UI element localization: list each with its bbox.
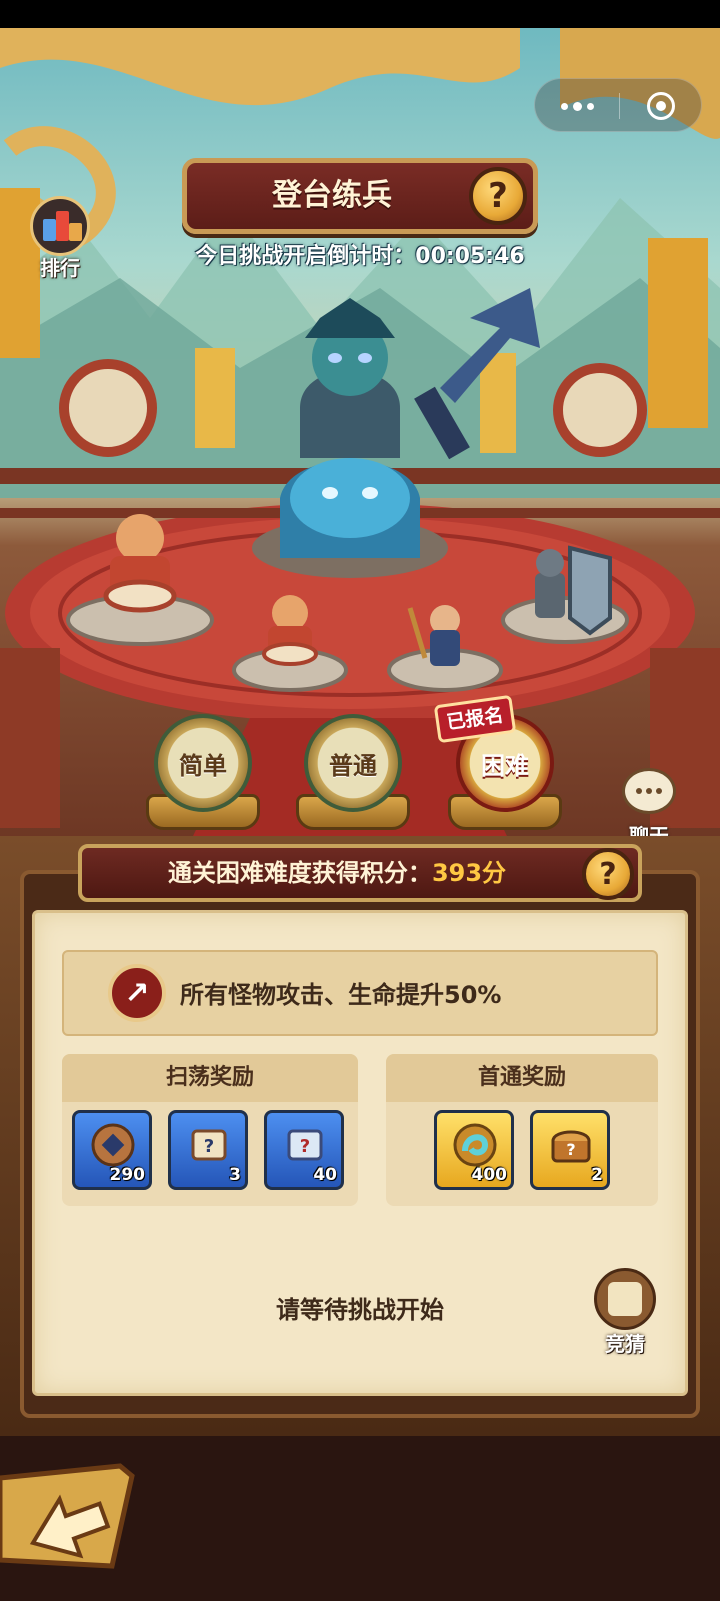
score-text: 通关困难难度获得积分：393分 (82, 848, 592, 898)
reward-count: 3 (229, 1165, 241, 1185)
guess-label: 竞猜 (605, 1332, 645, 1356)
score-banner: 通关困难难度获得积分：393分 ? (78, 844, 642, 902)
difficulty-label: 简单 (179, 751, 227, 780)
mystery-scroll-icon: ? (191, 1129, 227, 1161)
svg-text:?: ? (204, 1136, 214, 1157)
guess-button[interactable]: 竞猜 (590, 1268, 660, 1358)
copper-coin-icon (91, 1123, 135, 1167)
difficulty-normal-button[interactable]: 普通 (296, 714, 410, 830)
podium-icon (30, 196, 90, 256)
svg-text:?: ? (566, 1140, 575, 1159)
reward-item-mystery-chest[interactable]: ? 2 (530, 1110, 610, 1190)
blue-mystery-scroll-icon: ? (287, 1129, 323, 1161)
reward-count: 400 (471, 1165, 508, 1185)
score-help-button[interactable]: ? (582, 848, 634, 900)
power-up-icon: ↗ (108, 964, 166, 1022)
reward-count: 2 (591, 1165, 603, 1185)
svg-text:?: ? (300, 1136, 310, 1157)
reward-item-dragon-medal[interactable]: 400 (434, 1110, 514, 1190)
status-bar (0, 0, 720, 28)
reward-count: 290 (109, 1165, 146, 1185)
rank-label: 排行 (40, 256, 80, 280)
first-clear-rewards-box: 首通奖励 400 ? 2 (386, 1054, 658, 1206)
medal-icon: 普通 (304, 714, 402, 812)
podium-bar-second (43, 219, 56, 241)
wait-status-text: 请等待挑战开始 (276, 1296, 444, 1324)
question-icon: ? (488, 176, 508, 216)
rank-button[interactable]: 排行 (24, 196, 96, 284)
miniprogram-capsule (534, 78, 702, 132)
mystery-chest-icon: ? (551, 1130, 591, 1163)
dragon-medal-icon (453, 1123, 497, 1167)
reward-count: 40 (313, 1165, 337, 1185)
dice-icon (594, 1268, 656, 1330)
buff-text: 所有怪物攻击、生命提升50% (180, 981, 502, 1009)
more-dots-icon[interactable] (535, 79, 619, 133)
difficulty-label: 困难 (481, 751, 529, 780)
reward-item-mystery-scroll[interactable]: ? 3 (168, 1110, 248, 1190)
podium-bar-third (69, 223, 82, 241)
help-button[interactable]: ? (469, 167, 527, 225)
chat-bubble-icon (622, 768, 676, 814)
back-arrow-icon[interactable] (0, 1460, 140, 1572)
sweep-rewards-box: 扫荡奖励 290 ? 3 ? 40 (62, 1054, 358, 1206)
title-banner: 登台练兵 ? (182, 158, 538, 234)
sweep-rewards-title: 扫荡奖励 (62, 1054, 358, 1102)
game-screen: 登台练兵 ? 今日挑战开启倒计时：00:05:46 排行 简单 普通 困难 已报… (0, 0, 720, 1601)
first-clear-rewards-title: 首通奖励 (386, 1054, 658, 1102)
score-prefix: 通关困难难度获得积分： (167, 859, 432, 887)
reward-item-copper-coin[interactable]: 290 (72, 1110, 152, 1190)
question-icon: ? (599, 856, 617, 892)
reward-item-blue-mystery-scroll[interactable]: ? 40 (264, 1110, 344, 1190)
page-title: 登台练兵 (272, 178, 392, 213)
buff-row: ↗ 所有怪物攻击、生命提升50% (62, 950, 658, 1036)
close-target-icon[interactable] (619, 79, 703, 133)
score-value: 393分 (431, 859, 507, 887)
challenge-countdown: 今日挑战开启倒计时：00:05:46 (195, 244, 525, 269)
difficulty-easy-button[interactable]: 简单 (146, 714, 260, 830)
medal-icon: 简单 (154, 714, 252, 812)
difficulty-label: 普通 (329, 751, 377, 780)
podium-bar-first (56, 211, 69, 241)
